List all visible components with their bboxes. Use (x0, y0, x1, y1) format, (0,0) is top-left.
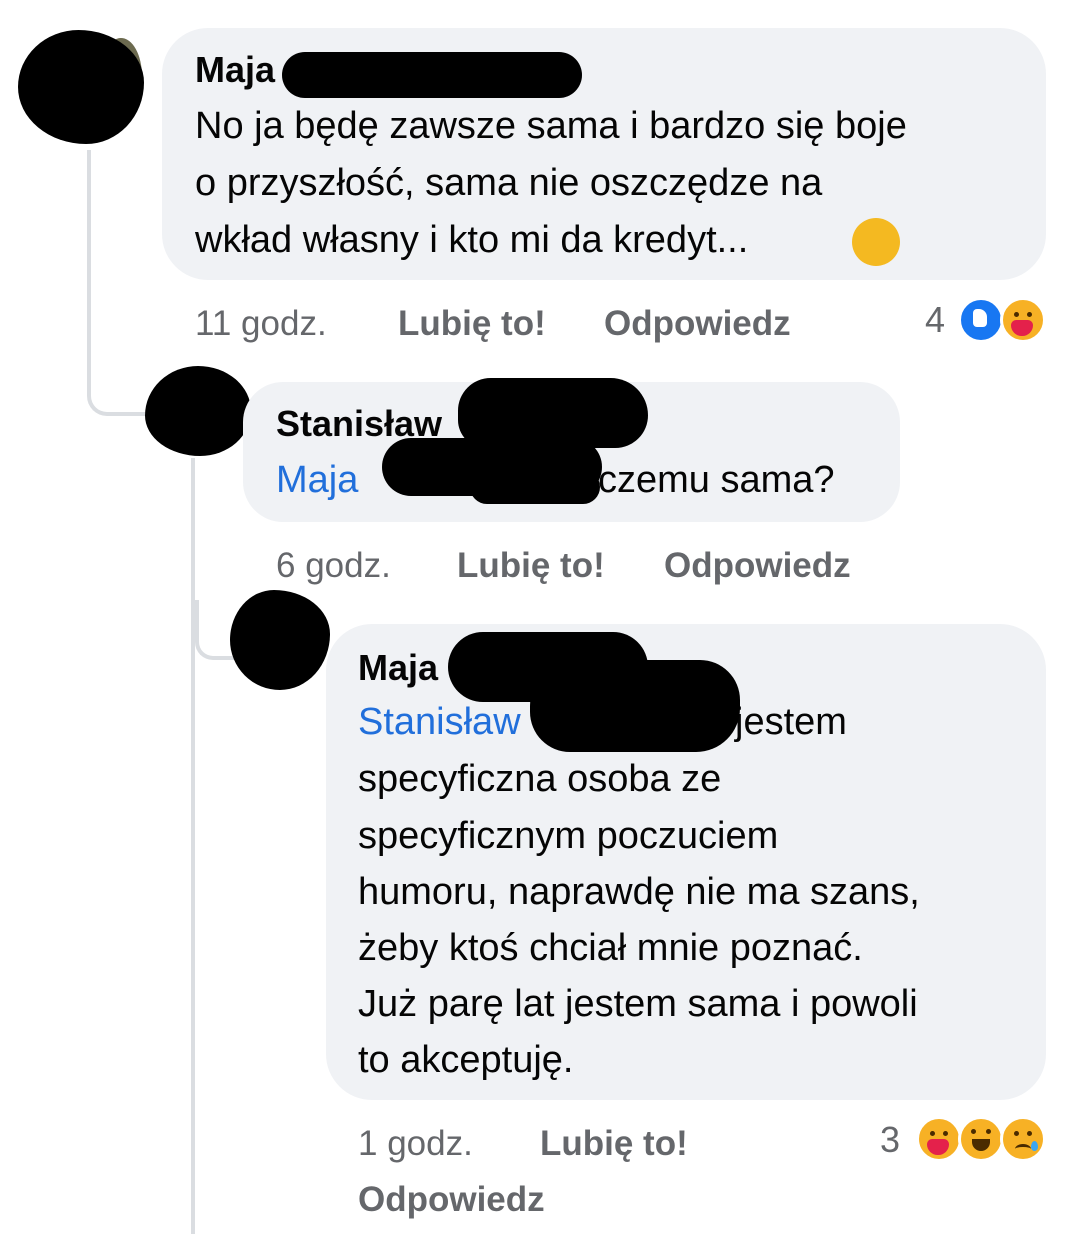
comment-text-line: specyficznym poczuciem (358, 815, 779, 857)
comment-author[interactable]: Maja (195, 48, 275, 92)
comment-text-line: Już parę lat jestem sama i powoli (358, 983, 918, 1025)
mention-link[interactable]: Stanisław (358, 701, 521, 743)
comment-author[interactable]: Maja (358, 646, 438, 690)
comment-text-line: to akceptuję. (358, 1039, 574, 1081)
avatar-redacted[interactable] (18, 30, 144, 144)
care-reaction-icon[interactable] (916, 1116, 962, 1162)
reply-button[interactable]: Odpowiedz (604, 302, 791, 346)
thread-line (191, 458, 195, 1234)
thread-line (87, 150, 149, 416)
comment-time[interactable]: 6 godz. (276, 544, 391, 588)
comment-text: Maja (276, 452, 358, 509)
reply-button[interactable]: Odpowiedz (358, 1178, 545, 1222)
comment-text-line: żeby ktoś chciał mnie poznać. (358, 927, 863, 969)
comment-text-line: wkład własny i kto mi da kredyt... (195, 219, 749, 261)
reaction-count[interactable]: 4 (925, 298, 945, 342)
redaction (282, 52, 582, 98)
avatar-redacted[interactable] (145, 366, 251, 456)
haha-reaction-icon[interactable] (958, 1116, 1004, 1162)
sad-reaction-icon[interactable] (1000, 1116, 1046, 1162)
redaction (470, 470, 600, 504)
comment-text-tail: czemu sama? (598, 459, 835, 501)
redaction (530, 660, 740, 752)
sad-face-emoji-icon (852, 218, 900, 266)
like-button[interactable]: Lubię to! (540, 1122, 688, 1166)
avatar-redacted[interactable] (230, 590, 330, 690)
like-reaction-icon[interactable] (958, 297, 1004, 343)
care-reaction-icon[interactable] (1000, 297, 1046, 343)
reply-button[interactable]: Odpowiedz (664, 544, 851, 588)
comment-text-line: o przyszłość, sama nie oszczędze na (195, 162, 823, 204)
mention-link[interactable]: Maja (276, 459, 358, 501)
comment-text: Stanisław (358, 694, 521, 751)
reaction-count[interactable]: 3 (880, 1118, 900, 1162)
comment-text-line: humoru, naprawdę nie ma szans, (358, 871, 920, 913)
comment-time[interactable]: 11 godz. (195, 302, 327, 346)
comment-text-line: No ja będę zawsze sama i bardzo się boje (195, 105, 907, 147)
comment-text-tail: jestem (735, 701, 847, 743)
comment-text-line: specyficzna osoba ze (358, 758, 722, 800)
like-button[interactable]: Lubię to! (398, 302, 546, 346)
comment-time[interactable]: 1 godz. (358, 1122, 473, 1166)
like-button[interactable]: Lubię to! (457, 544, 605, 588)
